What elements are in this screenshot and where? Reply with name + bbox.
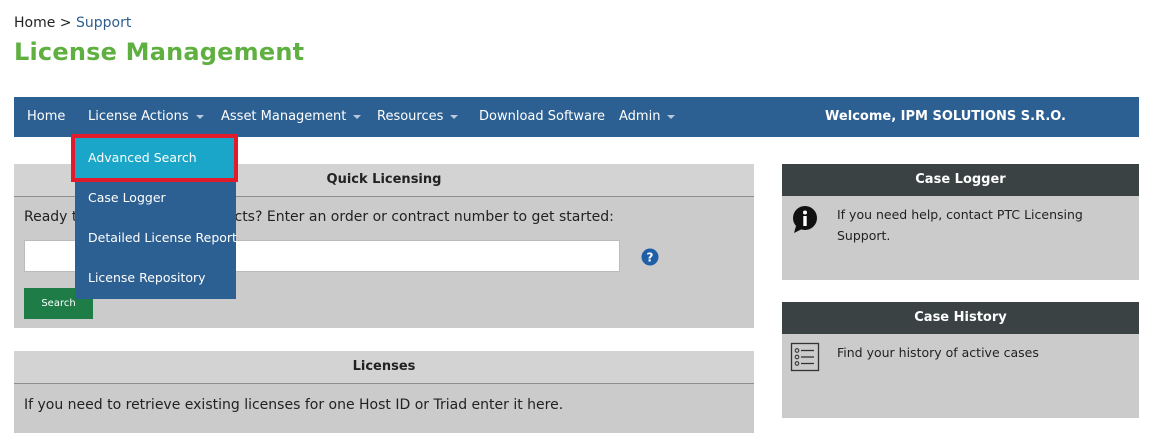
case-logger-text: If you need help, contact PTC Licensing … xyxy=(837,207,1083,243)
breadcrumb-current[interactable]: Support xyxy=(76,15,131,31)
page-title: License Management xyxy=(14,38,305,66)
nav-download-software[interactable]: Download Software xyxy=(479,97,605,137)
licenses-panel: Licenses If you need to retrieve existin… xyxy=(14,351,754,433)
breadcrumb: Home > Support xyxy=(14,15,131,31)
nav-admin-label: Admin xyxy=(619,109,661,124)
case-history-panel: Case History Find your history of active… xyxy=(782,302,1139,418)
nav-download-software-label: Download Software xyxy=(479,109,606,124)
licenses-description: If you need to retrieve existing license… xyxy=(24,397,564,413)
chevron-down-icon xyxy=(667,114,676,119)
help-icon[interactable]: ? xyxy=(641,248,659,266)
case-logger-header: Case Logger xyxy=(782,164,1139,196)
dropdown-advanced-search[interactable]: Advanced Search xyxy=(71,134,238,182)
nav-license-actions[interactable]: License Actions xyxy=(88,97,204,137)
main-navbar: Home License Actions Asset Management Re… xyxy=(14,97,1139,137)
chevron-down-icon xyxy=(353,114,362,119)
licenses-header: Licenses xyxy=(14,351,754,384)
dropdown-detailed-license-report[interactable]: Detailed License Report xyxy=(75,218,237,258)
case-history-header: Case History xyxy=(782,302,1139,334)
nav-admin[interactable]: Admin xyxy=(619,97,676,137)
nav-license-actions-label: License Actions xyxy=(88,109,189,124)
svg-text:?: ? xyxy=(647,251,654,265)
nav-asset-management[interactable]: Asset Management xyxy=(221,97,362,137)
dropdown-license-repository[interactable]: License Repository xyxy=(75,258,236,298)
case-history-text: Find your history of active cases xyxy=(837,345,1039,360)
list-icon xyxy=(790,342,820,372)
chevron-down-icon xyxy=(450,114,459,119)
breadcrumb-home[interactable]: Home xyxy=(14,15,55,31)
nav-asset-management-label: Asset Management xyxy=(221,109,347,124)
chevron-down-icon xyxy=(195,114,204,119)
info-speech-icon xyxy=(793,206,817,233)
breadcrumb-separator: > xyxy=(59,15,72,31)
welcome-message: Welcome, IPM SOLUTIONS S.R.O. xyxy=(825,109,1066,124)
nav-home-label: Home xyxy=(27,109,66,124)
nav-resources[interactable]: Resources xyxy=(377,97,459,137)
case-logger-panel: Case Logger If you need help, contact PT… xyxy=(782,164,1139,280)
dropdown-case-logger[interactable]: Case Logger xyxy=(75,178,236,218)
nav-resources-label: Resources xyxy=(377,109,444,124)
nav-home[interactable]: Home xyxy=(27,97,65,137)
